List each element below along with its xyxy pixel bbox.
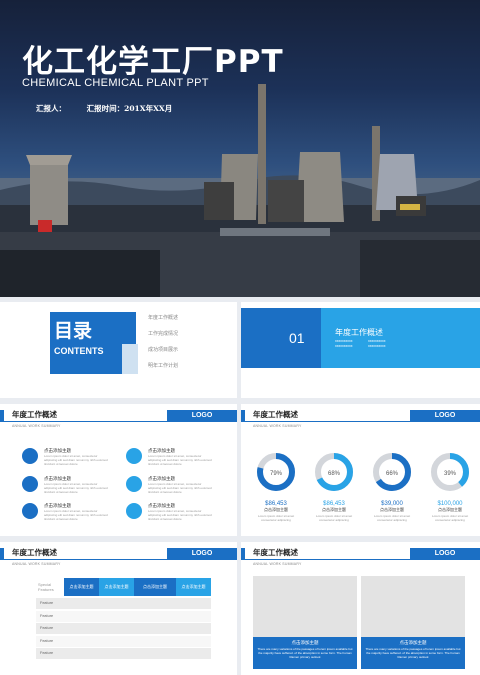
- chart-icon: [126, 448, 142, 464]
- donut-chart: 79%: [257, 453, 295, 491]
- overview-slide-b[interactable]: 年度工作概述 ANNUAL WORK SUMMARY LOGO 79% $86,…: [241, 404, 480, 536]
- slide-subtitle: ANNUAL WORK SUMMARY: [253, 424, 302, 428]
- stat-3: 66% $39,000 点击添加主题 Lorem ipsum dolor sit…: [369, 450, 415, 522]
- logo-badge: LOGO: [410, 548, 480, 559]
- donut-chart: 66%: [373, 453, 411, 491]
- slide-subtitle: ANNUAL WORK SUMMARY: [253, 562, 302, 566]
- slide-subtitle: ANNUAL WORK SUMMARY: [12, 562, 61, 566]
- overview-slide-c[interactable]: 年度工作概述 ANNUAL WORK SUMMARY LOGO Special …: [0, 542, 237, 675]
- toc-slide[interactable]: 目录 CONTENTS 年度工作概述 工作完成情况 成功项目展示 明年工作计划: [0, 302, 237, 398]
- slide-title: 年度工作概述: [253, 410, 298, 419]
- card-1: 点击添加主题 There are many variations of the …: [253, 637, 357, 669]
- section-number: 01: [289, 330, 305, 346]
- heart-icon: [22, 448, 38, 464]
- section-lines-a: xxxxxxxxxx xxxxxxxxxx: [335, 339, 353, 348]
- section-title: 年度工作概述: [335, 328, 383, 337]
- toc-subtitle: CONTENTS: [54, 346, 104, 356]
- logo-badge: LOGO: [167, 548, 237, 559]
- logo-badge: LOGO: [167, 410, 237, 421]
- stat-2: 68% $86,453 点击添加主题 Lorem ipsum dolor sit…: [311, 450, 357, 522]
- stat-label: 点击添加主题: [264, 507, 288, 512]
- toc-title: 目录: [54, 320, 93, 342]
- svg-text:66%: 66%: [386, 471, 399, 477]
- section-lines-b: xxxxxxxxxx xxxxxxxxxx: [368, 339, 386, 348]
- toc-item-4[interactable]: 明年工作计划: [148, 362, 178, 369]
- table-header-2: 点击添加主题: [99, 578, 134, 596]
- stat-label: 点击添加主题: [380, 507, 404, 512]
- logo-badge: LOGO: [410, 410, 480, 421]
- donut-chart: 68%: [315, 453, 353, 491]
- reporter-label: 汇报人：: [36, 104, 66, 113]
- table-header-1: 点击添加主题: [64, 578, 99, 596]
- table-row: Feature: [36, 610, 211, 622]
- toc-item-2[interactable]: 工作完成情况: [148, 330, 178, 337]
- table-row: Feature: [36, 635, 211, 647]
- toc-item-1[interactable]: 年度工作概述: [148, 314, 178, 321]
- stat-label: 点击添加主题: [322, 507, 346, 512]
- cover-slide[interactable]: 化工化学工厂PPT CHEMICAL CHEMICAL PLANT PPT 汇报…: [0, 0, 480, 297]
- user-icon: [22, 476, 38, 492]
- svg-text:79%: 79%: [270, 471, 283, 477]
- overview-slide-a[interactable]: 年度工作概述 ANNUAL WORK SUMMARY LOGO 点击添加主题 L…: [0, 404, 237, 536]
- gear-icon: [126, 476, 142, 492]
- overview-slide-d[interactable]: 年度工作概述 ANNUAL WORK SUMMARY LOGO 点击添加主题 T…: [241, 542, 480, 675]
- card-2: 点击添加主题 There are many variations of the …: [361, 637, 465, 669]
- slide-title: 年度工作概述: [12, 548, 57, 557]
- table-header-4: 点击添加主题: [176, 578, 211, 596]
- report-time-label: 汇报时间：201X年XX月: [86, 104, 173, 113]
- donut-chart: 39%: [431, 453, 469, 491]
- svg-text:68%: 68%: [328, 471, 341, 477]
- lightbulb-icon: [22, 503, 38, 519]
- section-title-block: [321, 308, 480, 368]
- table-corner: Special Features: [38, 582, 54, 592]
- section-number-block: [241, 308, 321, 368]
- stat-4: 39% $100,000 点击添加主题 Lorem ipsum dolor si…: [427, 450, 473, 522]
- toc-item-3[interactable]: 成功项目展示: [148, 346, 178, 353]
- slide-title: 年度工作概述: [12, 410, 57, 419]
- stat-label: 点击添加主题: [438, 507, 462, 512]
- slide-title: 年度工作概述: [253, 548, 298, 557]
- image-placeholder-1: [253, 576, 357, 637]
- table-row: Feature: [36, 648, 211, 659]
- cover-meta: 汇报人： 汇报时间：201X年XX月: [36, 103, 190, 114]
- table-header-3: 点击添加主题: [134, 578, 176, 596]
- stat-1: 79% $86,453 点击添加主题 Lorem ipsum dolor sit…: [253, 450, 299, 522]
- toc-photo: [122, 344, 138, 374]
- slide-subtitle: ANNUAL WORK SUMMARY: [12, 424, 61, 428]
- section-slide[interactable]: 01 年度工作概述 xxxxxxxxxx xxxxxxxxxx xxxxxxxxx…: [241, 302, 480, 398]
- svg-text:39%: 39%: [444, 471, 457, 477]
- flag-icon: [126, 503, 142, 519]
- table-row: Feature: [36, 623, 211, 634]
- table-row: Feature: [36, 598, 211, 609]
- cover-subtitle: CHEMICAL CHEMICAL PLANT PPT: [22, 77, 209, 89]
- image-placeholder-2: [361, 576, 465, 637]
- cover-title: 化工化学工厂PPT: [22, 44, 284, 80]
